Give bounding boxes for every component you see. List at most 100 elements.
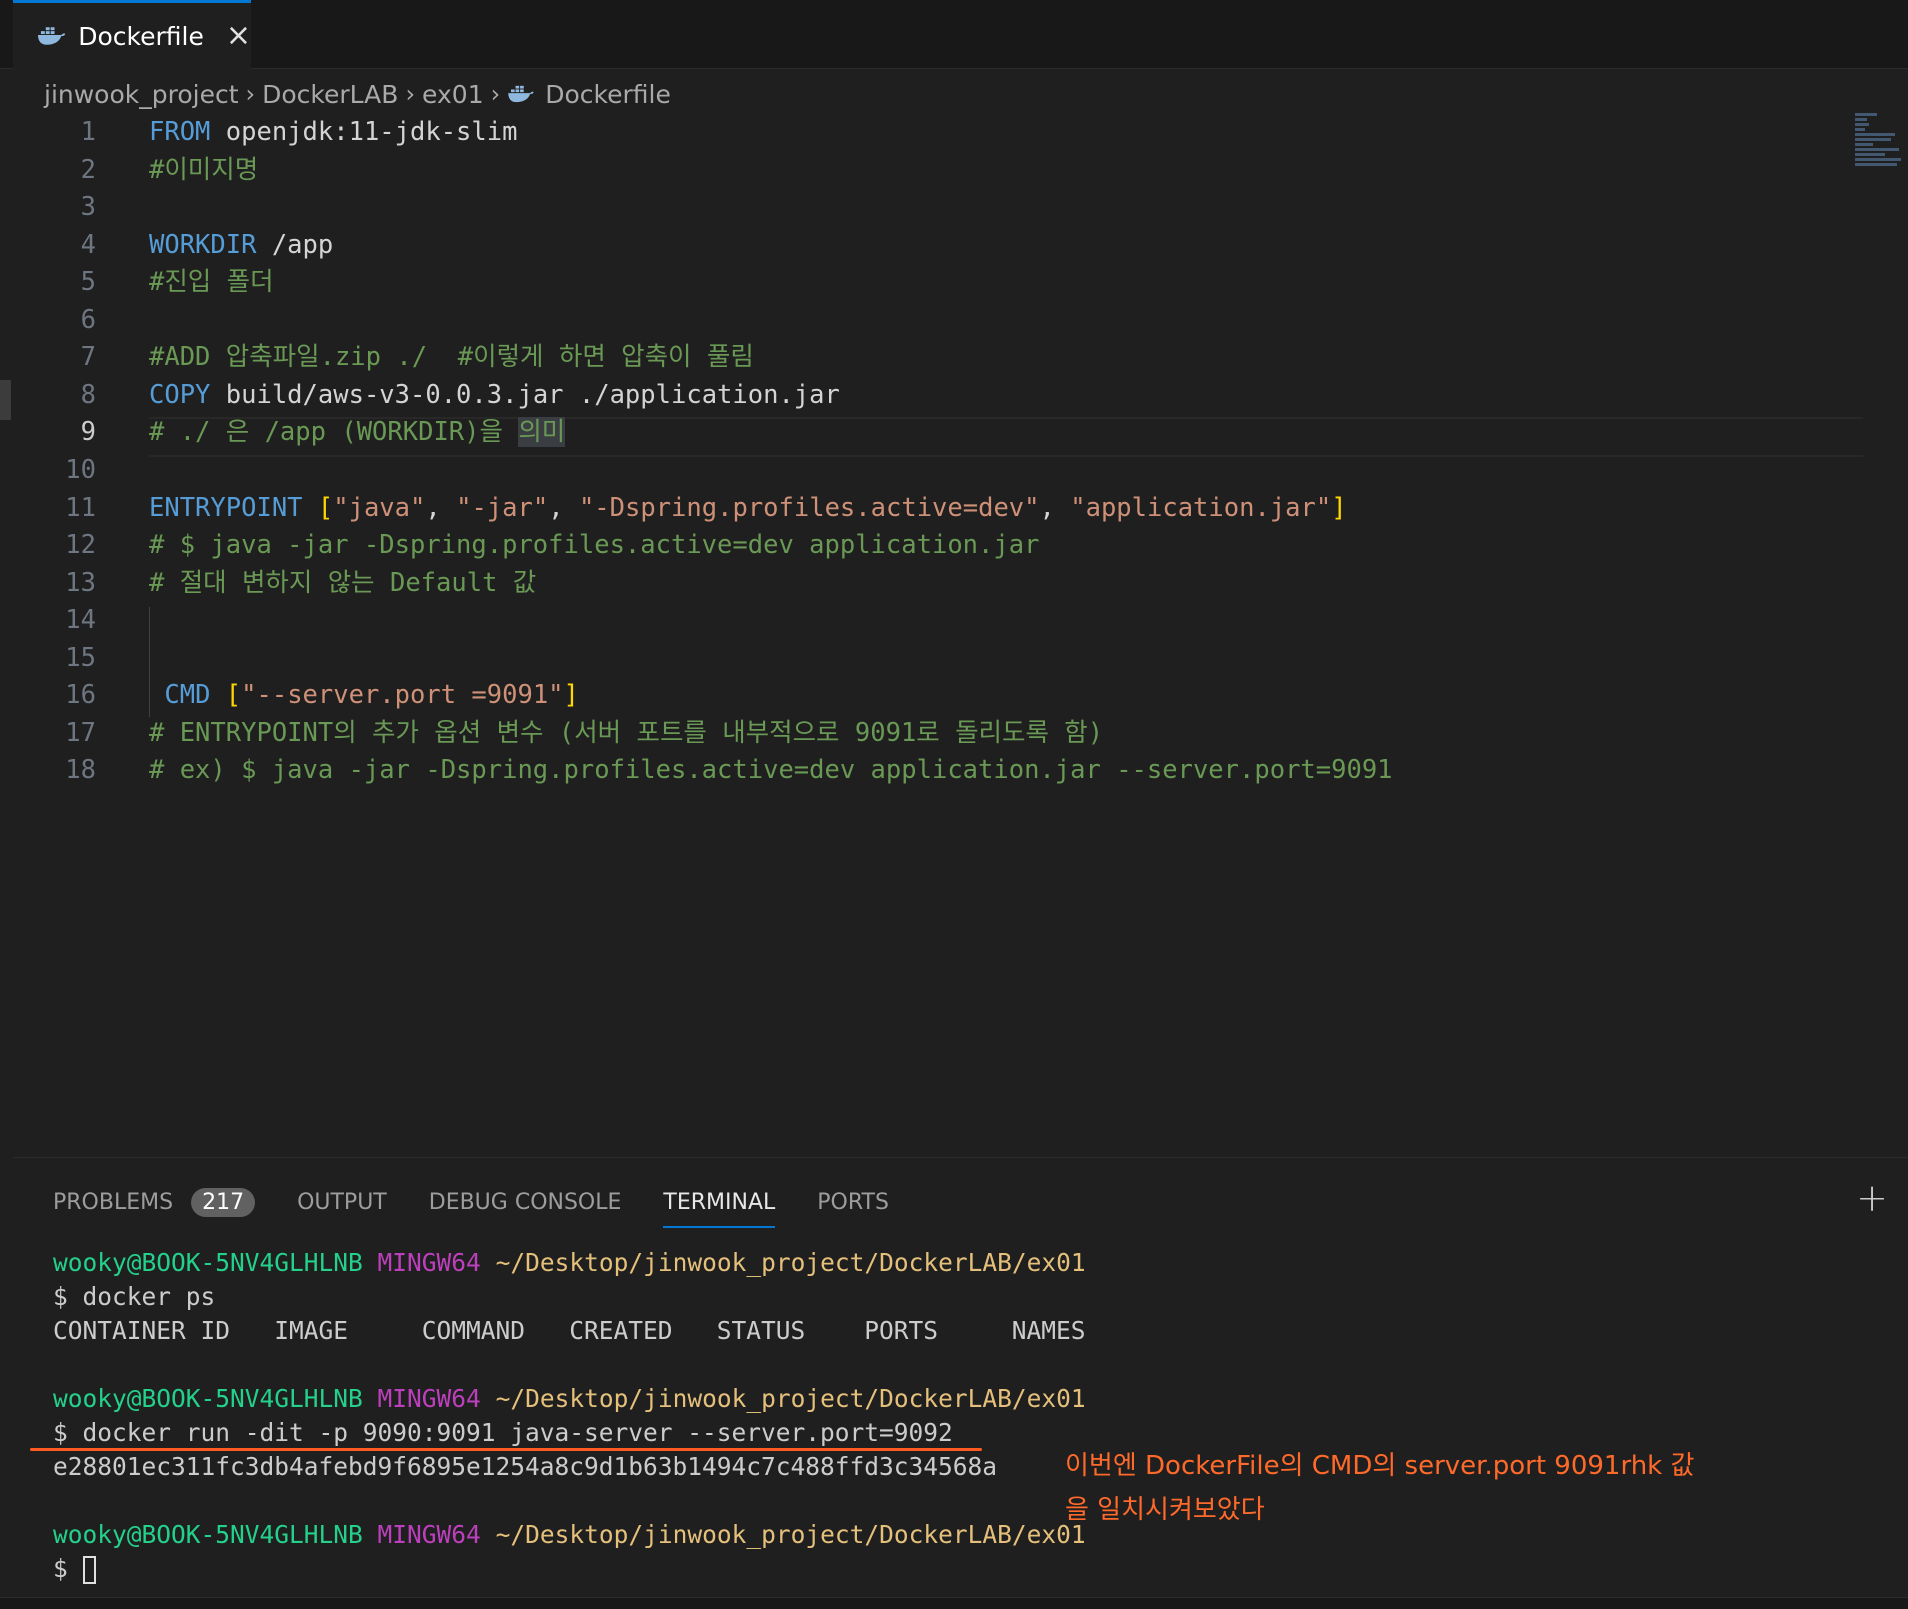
code-token: # ex) $ java -jar -Dspring.profiles.acti… bbox=[149, 755, 1393, 786]
chevron-right-icon: › bbox=[405, 80, 416, 108]
chevron-right-icon: › bbox=[490, 80, 501, 108]
terminal-cursor bbox=[82, 1556, 96, 1584]
code-text: #ADD 압축파일.zip ./ #이렇게 하면 압축이 풀림 bbox=[149, 338, 754, 376]
breadcrumb-item[interactable]: Dockerfile bbox=[545, 80, 671, 109]
new-terminal-plus-icon[interactable]: + bbox=[1856, 1176, 1888, 1220]
line-number: 14 bbox=[65, 605, 96, 636]
code-token: ] bbox=[1331, 492, 1347, 523]
line-number: 15 bbox=[65, 642, 96, 673]
code-token: COPY bbox=[149, 379, 211, 410]
code-token: #ADD 압축파일.zip ./ #이렇게 하면 압축이 풀림 bbox=[149, 342, 754, 373]
code-token: ENTRYPOINT bbox=[149, 492, 303, 523]
breadcrumb-item[interactable]: jinwook_project bbox=[44, 80, 239, 109]
code-token: openjdk:11-jdk-slim bbox=[210, 117, 518, 147]
code-line: 15 bbox=[13, 639, 1853, 677]
code-line: 11 ENTRYPOINT ["java", "-jar", "-Dspring.… bbox=[13, 489, 1853, 527]
annotation-line: 을 일치시켜보았다 bbox=[1065, 1495, 1265, 1525]
container-id-output: e28801ec311fc3db4afebd9f6895e1254a8c9d1b… bbox=[53, 1452, 998, 1481]
code-token: WORKDIR bbox=[149, 229, 257, 260]
tab-dockerfile[interactable]: Dockerfile × bbox=[13, 0, 251, 69]
close-icon[interactable]: × bbox=[226, 21, 251, 51]
tab-label: PORTS bbox=[817, 1189, 889, 1215]
scrollbar[interactable] bbox=[0, 380, 11, 420]
terminal-command: $ docker ps bbox=[53, 1282, 216, 1311]
tab-label: PROBLEMS bbox=[53, 1189, 174, 1215]
code-token: # $ java -jar -Dspring.profiles.active=d… bbox=[149, 530, 1040, 561]
code-token: # 절대 변하지 않는 Default 값 bbox=[149, 567, 537, 598]
code-token: # ./ 은 /app (WORKDIR)을 bbox=[149, 417, 519, 448]
code-token: 의미 bbox=[518, 417, 566, 448]
breadcrumb-item[interactable]: ex01 bbox=[422, 80, 484, 109]
code-token: [ bbox=[317, 492, 334, 523]
code-token: CMD bbox=[164, 680, 211, 711]
code-line: 17 # ENTRYPOINT의 추가 옵션 변수 (서버 포트를 내부적으로 9… bbox=[13, 714, 1853, 752]
tab-output[interactable]: OUTPUT bbox=[297, 1172, 387, 1232]
code-text: CMD ["--server.port =9091"] bbox=[149, 676, 579, 714]
minimap[interactable] bbox=[1855, 113, 1905, 193]
breadcrumb: jinwook_project › DockerLAB › ex01 › Doc… bbox=[44, 76, 671, 112]
code-line: 18 # ex) $ java -jar -Dspring.profiles.ac… bbox=[13, 751, 1853, 789]
line-number: 1 bbox=[80, 117, 96, 147]
annotation-note: 이번엔 DockerFile의 CMD의 server.port 9091rhk… bbox=[1065, 1444, 1705, 1532]
line-number: 16 bbox=[65, 680, 96, 711]
tab-debug-console[interactable]: DEBUG CONSOLE bbox=[429, 1172, 622, 1232]
code-text: FROM openjdk:11-jdk-slim bbox=[149, 113, 517, 151]
code-line: 4 WORKDIR /app bbox=[13, 226, 1853, 264]
terminal-input-line[interactable]: $ bbox=[53, 1552, 1086, 1586]
line-number: 2 bbox=[80, 154, 96, 185]
code-text: ENTRYPOINT ["java", "-jar", "-Dspring.pr… bbox=[149, 489, 1347, 527]
line-number: 9 bbox=[80, 417, 96, 448]
docker-ps-header: CONTAINER ID IMAGE COMMAND CREATED STATU… bbox=[53, 1316, 1086, 1345]
breadcrumb-item[interactable]: DockerLAB bbox=[262, 80, 398, 109]
code-text: COPY build/aws-v3-0.0.3.jar ./applicatio… bbox=[149, 376, 840, 414]
chevron-right-icon: › bbox=[245, 80, 256, 108]
code-line: 6 bbox=[13, 301, 1853, 339]
terminal-prompt-line: wooky@BOOK-5NV4GLHLNB MINGW64 ~/Desktop/… bbox=[53, 1248, 1086, 1277]
tab-label: OUTPUT bbox=[297, 1189, 387, 1215]
problems-count-badge: 217 bbox=[191, 1187, 256, 1217]
terminal-output[interactable]: wooky@BOOK-5NV4GLHLNB MINGW64 ~/Desktop/… bbox=[53, 1246, 1086, 1586]
line-number: 7 bbox=[80, 342, 96, 373]
code-token: , bbox=[425, 492, 457, 523]
terminal-prompt-line: wooky@BOOK-5NV4GLHLNB MINGW64 ~/Desktop/… bbox=[53, 1384, 1086, 1413]
code-line: 8 COPY build/aws-v3-0.0.3.jar ./applicati… bbox=[13, 376, 1853, 414]
code-text: # ex) $ java -jar -Dspring.profiles.acti… bbox=[149, 751, 1393, 789]
code-line: 10 bbox=[13, 451, 1853, 489]
code-text: WORKDIR /app bbox=[149, 226, 333, 264]
code-token: ] bbox=[563, 680, 579, 711]
tab-terminal[interactable]: TERMINAL bbox=[663, 1172, 775, 1232]
code-line: 2 #이미지명 bbox=[13, 151, 1853, 189]
code-token: FROM bbox=[149, 117, 211, 147]
line-number: 18 bbox=[65, 755, 96, 786]
code-text: # ./ 은 /app (WORKDIR)을 의미 bbox=[149, 413, 566, 451]
code-line: 9 # ./ 은 /app (WORKDIR)을 의미 bbox=[13, 413, 1853, 451]
code-token: #진입 폴더 bbox=[149, 267, 274, 298]
annotation-underline bbox=[30, 1448, 982, 1451]
line-number: 4 bbox=[80, 229, 96, 260]
code-line: 3 bbox=[13, 188, 1853, 226]
docker-icon bbox=[508, 85, 534, 103]
code-token: [ bbox=[225, 680, 242, 711]
docker-icon bbox=[37, 27, 66, 45]
panel-tabs: PROBLEMS 217 OUTPUT DEBUG CONSOLE TERMIN… bbox=[53, 1172, 931, 1232]
tab-label: TERMINAL bbox=[663, 1189, 776, 1215]
line-number: 8 bbox=[80, 379, 96, 410]
code-token: #이미지명 bbox=[149, 154, 259, 185]
tab-problems[interactable]: PROBLEMS 217 bbox=[53, 1172, 256, 1232]
code-line: 5 #진입 폴더 bbox=[13, 263, 1853, 301]
editor-tab-bar: Dockerfile × bbox=[0, 0, 1908, 69]
code-token: , bbox=[1039, 492, 1071, 523]
line-number: 13 bbox=[65, 567, 96, 598]
code-line: 16 CMD ["--server.port =9091"] bbox=[13, 676, 1853, 714]
tab-label: DEBUG CONSOLE bbox=[428, 1189, 622, 1215]
tab-ports[interactable]: PORTS bbox=[817, 1172, 889, 1232]
code-line: 7 #ADD 압축파일.zip ./ #이렇게 하면 압축이 풀림 bbox=[13, 338, 1853, 376]
code-text: # ENTRYPOINT의 추가 옵션 변수 (서버 포트를 내부적으로 909… bbox=[149, 714, 1103, 752]
code-editor[interactable]: 1 FROM openjdk:11-jdk-slim 2 #이미지명 3 4 WORKDIR… bbox=[13, 113, 1908, 1153]
line-number: 17 bbox=[65, 717, 96, 748]
line-number: 12 bbox=[65, 530, 96, 561]
code-token: "java" bbox=[333, 492, 426, 523]
